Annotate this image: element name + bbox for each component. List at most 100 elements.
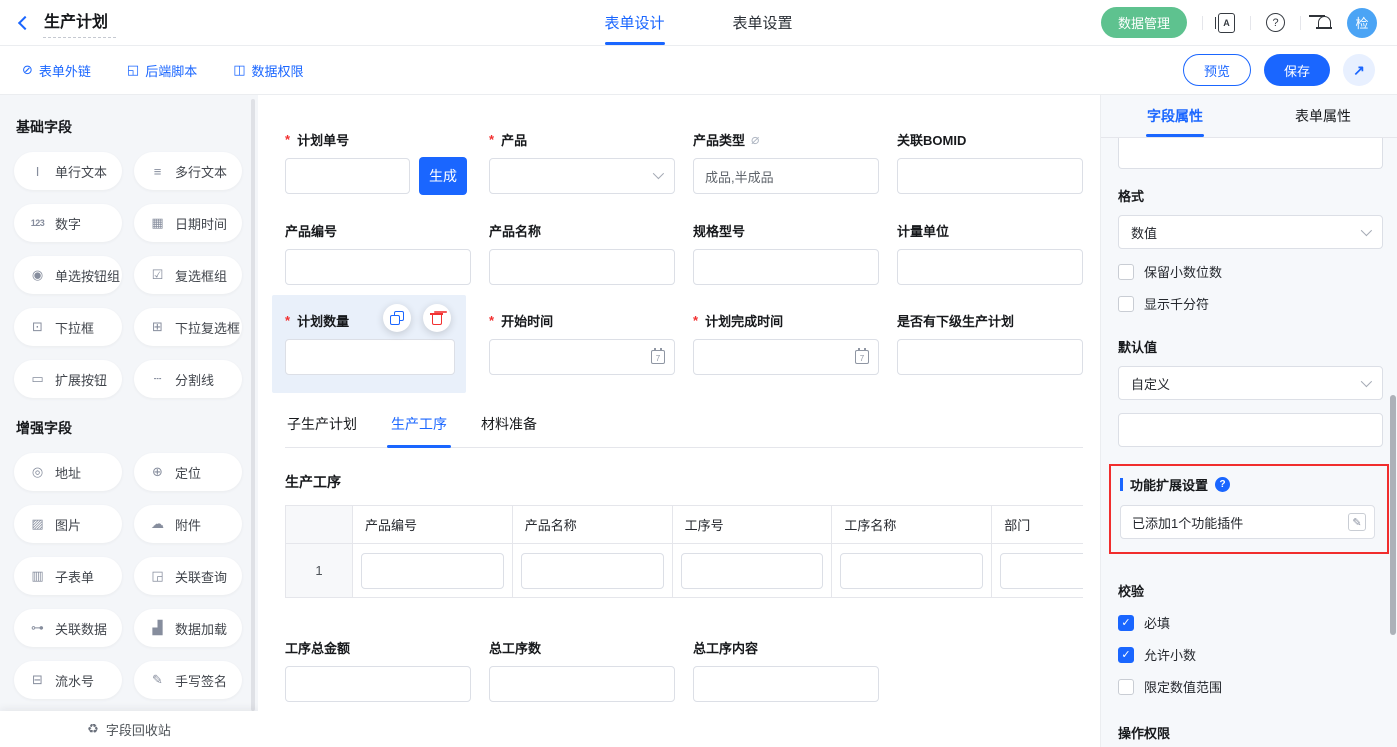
checkbox-required[interactable]: 必填	[1118, 613, 1383, 632]
generate-button[interactable]: 生成	[419, 157, 467, 195]
product-code-input[interactable]	[285, 249, 471, 285]
field-start-time[interactable]: 开始时间	[489, 311, 675, 375]
data-permission-link[interactable]: ◫ 数据权限	[233, 61, 303, 80]
back-icon[interactable]	[18, 15, 32, 29]
sidebar-item-extend-button[interactable]: ▭扩展按钮	[14, 360, 122, 398]
sidebar-item-subform[interactable]: ▥子表单	[14, 557, 122, 595]
field-product-type[interactable]: 产品类型⌀ 成品,半成品	[693, 130, 879, 195]
edit-icon[interactable]: ✎	[1348, 513, 1366, 531]
cell-product-code-input[interactable]	[361, 553, 504, 589]
sidebar-item-multi-line-text[interactable]: ≡多行文本	[134, 152, 242, 190]
plan-no-input[interactable]	[285, 158, 410, 194]
checkbox[interactable]	[1118, 264, 1134, 280]
format-select[interactable]: 数值	[1118, 215, 1383, 249]
start-time-input[interactable]	[489, 339, 675, 375]
selected-field-highlight[interactable]: 计划数量	[272, 295, 466, 393]
sidebar-item-linked-query[interactable]: ◲关联查询	[134, 557, 242, 595]
sidebar-item-number[interactable]: 123数字	[14, 204, 122, 242]
field-product-name[interactable]: 产品名称	[489, 221, 675, 285]
product-name-input[interactable]	[489, 249, 675, 285]
sidebar-item-dropdown[interactable]: ⊡下拉框	[14, 308, 122, 346]
checkbox-checked[interactable]	[1118, 615, 1134, 631]
field-spec[interactable]: 规格型号	[693, 221, 879, 285]
tab-form-design[interactable]: 表单设计	[600, 0, 668, 45]
cell-process-no-input[interactable]	[681, 553, 824, 589]
default-value-select[interactable]: 自定义	[1118, 366, 1383, 400]
field-name-input[interactable]	[1118, 138, 1383, 169]
product-type-input[interactable]: 成品,半成品	[693, 158, 879, 194]
backend-script-link[interactable]: ◱ 后端脚本	[127, 61, 197, 80]
cell-product-name-input[interactable]	[521, 553, 664, 589]
process-total-amount-input[interactable]	[285, 666, 471, 702]
sidebar-item-image[interactable]: ▨图片	[14, 505, 122, 543]
checkbox-allow-decimal[interactable]: 允许小数	[1118, 645, 1383, 664]
delete-field-button[interactable]	[423, 304, 451, 332]
tab-production-process[interactable]: 生产工序	[389, 405, 449, 447]
unit-input[interactable]	[897, 249, 1083, 285]
col-process-no[interactable]: 工序号	[672, 506, 832, 544]
col-product-code[interactable]: 产品编号	[353, 506, 513, 544]
checkbox[interactable]	[1118, 296, 1134, 312]
journal-icon[interactable]: A	[1218, 13, 1235, 33]
checkbox-checked[interactable]	[1118, 647, 1134, 663]
sidebar-item-address[interactable]: ◎地址	[14, 453, 122, 491]
field-finish-time[interactable]: 计划完成时间	[693, 311, 879, 375]
field-total-process-content[interactable]: 总工序内容	[693, 638, 879, 702]
sidebar-item-datetime[interactable]: ▦日期时间	[134, 204, 242, 242]
col-department[interactable]: 部门	[992, 506, 1083, 544]
sidebar-scrollbar[interactable]	[251, 99, 255, 711]
tab-form-settings[interactable]: 表单设置	[729, 0, 797, 45]
plan-qty-input[interactable]	[285, 339, 455, 375]
field-unit[interactable]: 计量单位	[897, 221, 1083, 285]
field-has-sub-plan[interactable]: 是否有下级生产计划	[897, 311, 1083, 375]
plugin-field[interactable]: 已添加1个功能插件 ✎	[1120, 505, 1375, 539]
tab-field-properties[interactable]: 字段属性	[1101, 95, 1249, 137]
sidebar-item-signature[interactable]: ✎手写签名	[134, 661, 242, 699]
sidebar-item-linked-data[interactable]: ⊶关联数据	[14, 609, 122, 647]
field-product-code[interactable]: 产品编号	[285, 221, 471, 285]
sidebar-item-attachment[interactable]: ☁附件	[134, 505, 242, 543]
checkbox-keep-decimals[interactable]: 保留小数位数	[1118, 262, 1383, 281]
avatar[interactable]: 检	[1347, 8, 1377, 38]
checkbox[interactable]	[1118, 679, 1134, 695]
tab-form-properties[interactable]: 表单属性	[1249, 95, 1397, 137]
save-button[interactable]: 保存	[1264, 54, 1330, 86]
field-plan-no[interactable]: 计划单号 生成	[285, 130, 471, 195]
spec-input[interactable]	[693, 249, 879, 285]
finish-time-input[interactable]	[693, 339, 879, 375]
field-process-total-amount[interactable]: 工序总金额	[285, 638, 471, 702]
panel-scrollbar[interactable]	[1390, 395, 1396, 635]
bom-id-input[interactable]	[897, 158, 1083, 194]
copy-field-button[interactable]	[383, 304, 411, 332]
sidebar-item-radio-group[interactable]: ◉单选按钮组	[14, 256, 122, 294]
notification-bell-icon[interactable]	[1316, 14, 1332, 31]
field-bom-id[interactable]: 关联BOMID	[897, 130, 1083, 195]
preview-button[interactable]: 预览	[1183, 54, 1251, 86]
help-icon[interactable]: ?	[1215, 477, 1230, 492]
default-value-input[interactable]	[1118, 413, 1383, 447]
field-product[interactable]: 产品	[489, 130, 675, 195]
sidebar-item-serial-number[interactable]: ⊟流水号	[14, 661, 122, 699]
has-sub-plan-input[interactable]	[897, 339, 1083, 375]
sidebar-item-divider-line[interactable]: ┄分割线	[134, 360, 242, 398]
field-total-process-count[interactable]: 总工序数	[489, 638, 675, 702]
sidebar-item-data-load[interactable]: ▟数据加载	[134, 609, 242, 647]
page-title[interactable]: 生产计划	[43, 7, 116, 38]
tab-sub-production-plan[interactable]: 子生产计划	[285, 405, 359, 447]
help-icon[interactable]: ?	[1266, 13, 1285, 32]
sidebar-item-checkbox-group[interactable]: ☑复选框组	[134, 256, 242, 294]
data-manage-button[interactable]: 数据管理	[1101, 7, 1187, 38]
sidebar-item-location[interactable]: ⊕定位	[134, 453, 242, 491]
product-select[interactable]	[489, 158, 675, 194]
field-recycle-bin[interactable]: ♻ 字段回收站	[0, 711, 258, 747]
form-external-link[interactable]: ⊘ 表单外链	[22, 61, 91, 80]
total-process-count-input[interactable]	[489, 666, 675, 702]
sidebar-item-multi-dropdown[interactable]: ⊞下拉复选框	[134, 308, 242, 346]
total-process-content-input[interactable]	[693, 666, 879, 702]
col-product-name[interactable]: 产品名称	[512, 506, 672, 544]
cell-department-input[interactable]	[1000, 553, 1083, 589]
cell-process-name-input[interactable]	[840, 553, 983, 589]
checkbox-limit-range[interactable]: 限定数值范围	[1118, 677, 1383, 696]
tab-material-prep[interactable]: 材料准备	[479, 405, 539, 447]
share-button[interactable]: ↗	[1343, 54, 1375, 86]
